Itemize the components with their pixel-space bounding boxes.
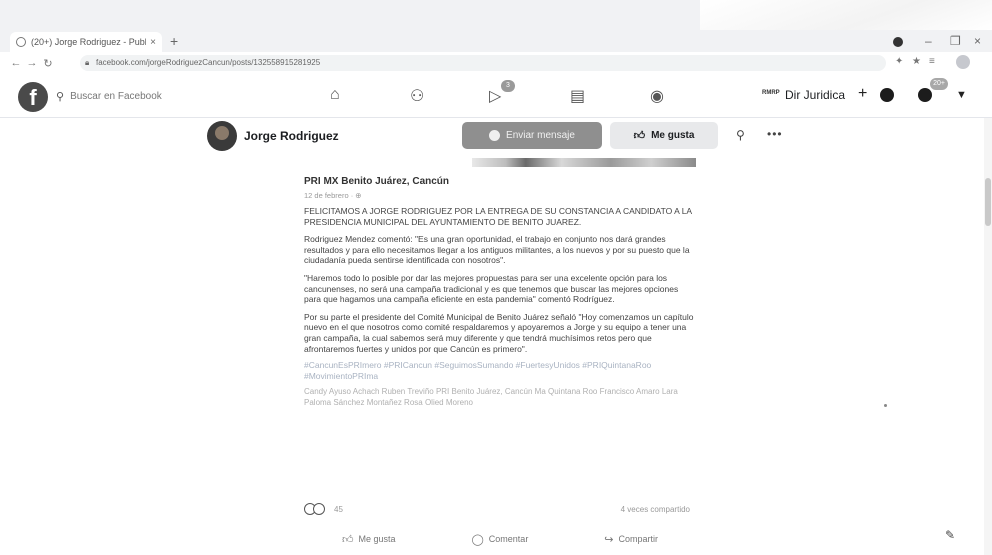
messenger-icon[interactable] <box>880 88 894 102</box>
like-button[interactable]: 👍︎ Me gusta <box>342 530 396 548</box>
post-paragraph: Rodriguez Mendez comentó: "Es una gran o… <box>304 234 690 266</box>
friends-icon[interactable]: ⚇ <box>410 86 424 106</box>
notifications-badge: 20+ <box>930 78 948 90</box>
post-author[interactable]: PRI MX Benito Juárez, Cancún <box>304 176 696 187</box>
close-window-button[interactable]: × <box>974 34 981 48</box>
like-page-button[interactable]: 👍︎ Me gusta <box>610 122 718 149</box>
more-options-icon[interactable]: ••• <box>767 127 783 141</box>
thumbs-up-icon: 👍︎ <box>633 130 646 142</box>
comment-button[interactable]: ◯ Comentar <box>471 530 528 548</box>
watch-notification-badge: 3 <box>501 80 515 92</box>
facebook-top-nav: f ⚲ Buscar en Facebook ⌂ ⚇ ▷ 3 ▤ ◉ RMRP … <box>0 76 992 118</box>
decorative-dot <box>884 404 887 407</box>
search-placeholder: Buscar en Facebook <box>70 90 162 102</box>
post-tagged-people[interactable]: Candy Ayuso Achach Ruben Treviño PRI Ben… <box>304 387 696 408</box>
watch-icon[interactable]: ▷ <box>489 86 501 106</box>
post-paragraph: "Haremos todo lo posible por dar las mej… <box>304 272 679 305</box>
filter-icon[interactable]: ≡ <box>929 56 935 67</box>
create-plus-icon[interactable]: + <box>858 85 867 103</box>
page-scrollbar[interactable] <box>984 118 992 555</box>
reaction-count[interactable]: 45 <box>334 505 343 514</box>
profile-header-bar: Jorge Rodriguez Enviar mensaje 👍︎ Me gus… <box>0 118 992 154</box>
address-bar[interactable]: 🔒︎ facebook.com/jorgeRodriguezCancun/pos… <box>80 55 886 71</box>
post-date-text: 12 de febrero · <box>304 191 356 200</box>
maximize-button[interactable]: ❐ <box>950 34 961 48</box>
share-arrow-icon: ↪ <box>604 533 614 546</box>
globe-icon <box>16 37 26 47</box>
tab-title: (20+) Jorge Rodriguez - Publica <box>31 37 147 47</box>
lock-icon: 🔒︎ <box>85 58 90 67</box>
profile-name[interactable]: Jorge Rodriguez <box>244 129 339 143</box>
love-reaction-icon <box>313 503 325 515</box>
address-url: facebook.com/jorgeRodriguezCancun/posts/… <box>96 58 321 67</box>
globe-icon: ⊕ <box>355 191 362 200</box>
facebook-search-input[interactable]: ⚲ Buscar en Facebook <box>56 86 226 106</box>
new-message-compose-icon[interactable]: ✎ <box>945 528 955 542</box>
thumbs-up-icon: 👍︎ <box>341 533 354 546</box>
browser-profile-avatar[interactable] <box>956 55 970 69</box>
extension-icon[interactable] <box>893 37 903 47</box>
post-date[interactable]: 12 de febrero · ⊕ <box>304 191 696 200</box>
reload-icon[interactable]: ↻ <box>40 57 56 70</box>
star-icon[interactable]: ★ <box>912 56 921 67</box>
search-icon: ⚲ <box>56 90 65 103</box>
account-chevron-down-icon[interactable]: ▼ <box>956 89 967 101</box>
post-actions: 👍︎ Me gusta ◯ Comentar ↪ Compartir <box>304 530 696 548</box>
like-label: Me gusta <box>358 534 396 544</box>
account-avatar-logo: RMRP <box>762 90 780 96</box>
post-image[interactable] <box>472 158 696 167</box>
comment-bubble-icon: ◯ <box>471 533 484 546</box>
post-content: PRI MX Benito Juárez, Cancún 12 de febre… <box>304 176 696 408</box>
forward-arrow-icon[interactable]: → <box>24 57 40 69</box>
post-paragraph: Por su parte el presidente del Comité Mu… <box>304 311 694 354</box>
browser-tabstrip: (20+) Jorge Rodriguez - Publica × + – ❐ … <box>0 0 992 52</box>
profile-search-icon[interactable]: ⚲ <box>736 128 745 142</box>
post-hashtags[interactable]: #CancunEsPRImero #PRICancun #SeguimosSum… <box>304 360 696 381</box>
profile-avatar[interactable] <box>207 121 237 151</box>
post-paragraph: FELICITAMOS A JORGE RODRIGUEZ POR LA ENT… <box>304 206 692 227</box>
puzzle-icon[interactable]: ✦ <box>895 56 903 67</box>
post-stats: 45 4 veces compartido <box>304 503 696 517</box>
marketplace-icon[interactable]: ▤ <box>570 86 585 106</box>
groups-icon[interactable]: ◉ <box>650 86 664 106</box>
minimize-button[interactable]: – <box>925 34 932 48</box>
browser-tab[interactable]: (20+) Jorge Rodriguez - Publica × <box>10 32 162 52</box>
browser-toolbar: ← → ↻ 🔒︎ facebook.com/jorgeRodriguezCanc… <box>0 52 992 74</box>
share-count[interactable]: 4 veces compartido <box>621 505 690 514</box>
reaction-icons[interactable] <box>304 503 326 515</box>
home-icon[interactable]: ⌂ <box>330 86 340 104</box>
messenger-icon <box>489 130 501 141</box>
tab-close-button[interactable]: × <box>150 37 156 48</box>
back-arrow-icon[interactable]: ← <box>8 57 24 69</box>
share-button[interactable]: ↪ Compartir <box>604 530 658 548</box>
like-page-label: Me gusta <box>651 130 695 141</box>
account-name-link[interactable]: Dir Juridica <box>785 88 845 102</box>
background-decoration <box>700 0 992 30</box>
share-label: Compartir <box>618 534 659 544</box>
notifications-bell-icon[interactable] <box>918 88 932 102</box>
scrollbar-thumb[interactable] <box>985 178 991 226</box>
send-message-label: Enviar mensaje <box>506 130 575 141</box>
new-tab-button[interactable]: + <box>170 33 178 49</box>
send-message-button[interactable]: Enviar mensaje <box>462 122 602 149</box>
comment-label: Comentar <box>488 534 529 544</box>
facebook-logo-icon[interactable]: f <box>18 82 48 112</box>
